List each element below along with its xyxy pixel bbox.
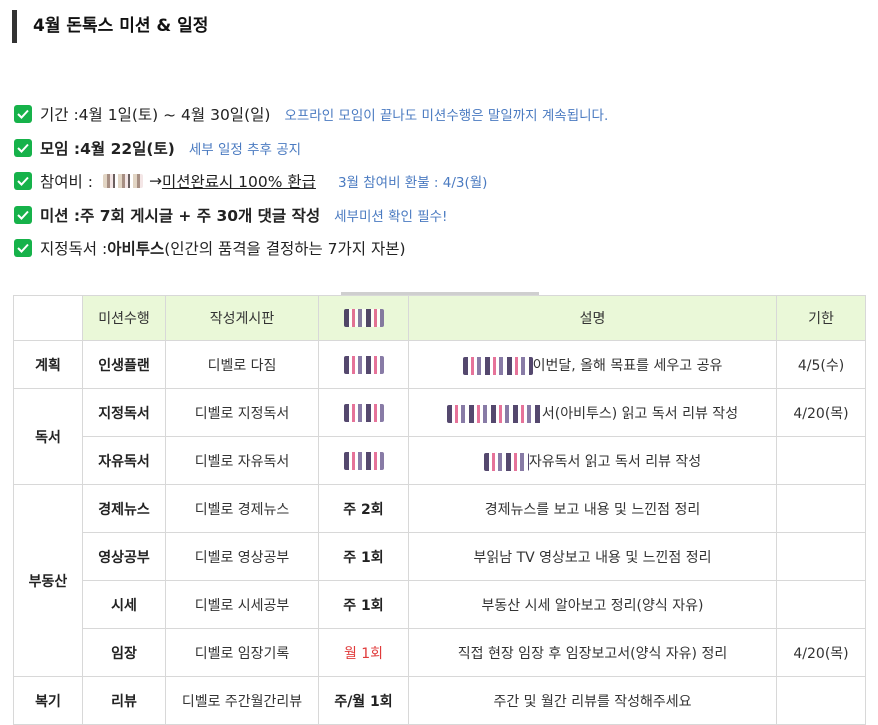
item-cell: 자유독서: [82, 436, 166, 485]
table-row: 자유독서 디벨로 자유독서 자유독서 읽고 독서 리뷰 작성: [14, 436, 866, 485]
book-label: 지정독서 :: [40, 240, 108, 258]
check-icon: [14, 205, 32, 224]
category-cell: 계획: [13, 340, 83, 389]
page-title: 4월 돈톡스 미션 & 일정: [12, 10, 208, 43]
item-cell: 경제뉴스: [82, 484, 166, 533]
fee-label: 참여비 :: [40, 173, 93, 191]
category-cell: 부동산: [13, 484, 83, 677]
desc-cell: 주간 및 월간 리뷰를 작성해주세요: [408, 676, 777, 725]
header-board: 작성게시판: [165, 295, 319, 341]
table-header-row: 미션수행 작성게시판 설명 기한: [13, 295, 866, 341]
due-cell: [776, 436, 866, 485]
bullet-book: 지정독서 : 아비투스 (인간의 품격을 결정하는 7가지 자본): [14, 237, 608, 259]
item-cell: 영상공부: [82, 532, 166, 581]
freq-cell: [318, 388, 409, 437]
desc-text: 서(아비투스) 읽고 독서 리뷰 작성: [541, 405, 739, 422]
item-cell: 인생플랜: [82, 340, 166, 389]
bullet-list: 기간 : 4월 1일(토) ~ 4월 30일(일) 오프라인 모임이 끝나도 미…: [14, 103, 608, 271]
due-cell: 4/20(목): [776, 628, 866, 677]
bullet-mission: 미션 : 주 7회 게시글 + 주 30개 댓글 작성 세부미션 확인 필수!: [14, 204, 608, 226]
desc-text: 자유독서 읽고 독서 리뷰 작성: [528, 453, 702, 470]
due-cell: 4/20(목): [776, 388, 866, 437]
redacted-block: [343, 309, 384, 327]
due-cell: [776, 532, 866, 581]
item-cell: 임장: [82, 628, 166, 677]
freq-cell: [318, 436, 409, 485]
board-cell: 디벨로 주간월간리뷰: [165, 676, 319, 725]
book-subtitle: (인간의 품격을 결정하는 7가지 자본): [164, 240, 406, 258]
desc-cell: 경제뉴스를 보고 내용 및 느낀점 정리: [408, 484, 777, 533]
table-row: 부동산 경제뉴스 디벨로 경제뉴스 주 2회 경제뉴스를 보고 내용 및 느낀점…: [13, 484, 866, 677]
mission-label: 미션 :: [40, 206, 81, 225]
mission-note: 세부미션 확인 필수!: [334, 208, 448, 225]
board-cell: 디벨로 다짐: [165, 340, 319, 389]
item-cell: 지정독서: [82, 388, 166, 437]
bullet-period: 기간 : 4월 1일(토) ~ 4월 30일(일) 오프라인 모임이 끝나도 미…: [14, 103, 608, 125]
freq-cell: [318, 340, 409, 389]
period-note: 오프라인 모임이 끝나도 미션수행은 말일까지 계속됩니다.: [284, 108, 609, 124]
bullet-fee: 참여비 : → 미션완료시 100% 환급 3월 참여비 환불 : 4/3(월): [14, 170, 608, 192]
mission-value: 주 7회 게시글 + 주 30개 댓글 작성: [80, 206, 321, 225]
board-cell: 디벨로 자유독서: [165, 436, 319, 485]
desc-cell: 서(아비투스) 읽고 독서 리뷰 작성: [408, 388, 777, 437]
check-icon: [14, 105, 32, 123]
item-cell: 시세: [82, 580, 166, 629]
header-mission: 미션수행: [82, 295, 166, 341]
redacted-block: [483, 452, 529, 471]
header-desc: 설명: [408, 295, 777, 341]
redacted-amount: [102, 174, 143, 188]
table-row: 시세 디벨로 시세공부 주 1회 부동산 시세 알아보고 정리(양식 자유): [14, 580, 866, 629]
period-label: 기간 :: [40, 106, 79, 124]
board-cell: 디벨로 영상공부: [165, 532, 319, 581]
freq-cell: 주 2회: [318, 484, 409, 533]
table-row: 독서 지정독서 디벨로 지정독서 서(아비투스) 읽고 독서 리뷰 작성 4/2…: [13, 388, 866, 485]
fee-value: 미션완료시 100% 환급: [161, 173, 316, 191]
due-cell: [776, 484, 866, 533]
freq-cell: 월 1회: [318, 628, 409, 677]
due-cell: [776, 676, 866, 725]
desc-cell: 직접 현장 임장 후 임장보고서(양식 자유) 정리: [408, 628, 777, 677]
check-icon: [14, 239, 32, 257]
board-cell: 디벨로 임장기록: [165, 628, 319, 677]
book-title: 아비투스: [107, 240, 165, 258]
item-cell: 리뷰: [82, 676, 166, 725]
table-row: 임장 디벨로 임장기록 월 1회 직접 현장 임장 후 임장보고서(양식 자유)…: [14, 628, 866, 677]
period-value: 4월 1일(토) ~ 4월 30일(일): [78, 106, 271, 124]
check-icon: [14, 138, 32, 157]
desc-cell: 자유독서 읽고 독서 리뷰 작성: [408, 436, 777, 485]
freq-cell: 주/월 1회: [318, 676, 409, 725]
category-cell: 독서: [13, 388, 83, 485]
check-icon: [14, 172, 32, 190]
meeting-note: 세부 일정 추후 공지: [188, 141, 302, 158]
board-cell: 디벨로 시세공부: [165, 580, 319, 629]
redacted-block: [446, 404, 542, 423]
category-cell: 복기: [13, 676, 83, 725]
due-cell: 4/5(수): [776, 340, 866, 389]
table-row: 복기 리뷰 디벨로 주간월간리뷰 주/월 1회 주간 및 월간 리뷰를 작성해주…: [13, 676, 866, 725]
meeting-label: 모임 :: [40, 139, 81, 158]
mission-table: 미션수행 작성게시판 설명 기한 계획 인생플랜 디벨로 다짐 이번달, 올해 …: [13, 295, 866, 725]
desc-cell: 부읽남 TV 영상보고 내용 및 느낀점 정리: [408, 532, 777, 581]
freq-cell: 주 1회: [318, 580, 409, 629]
fee-note: 3월 참여비 환불 : 4/3(월): [337, 175, 488, 191]
freq-cell: 주 1회: [318, 532, 409, 581]
due-cell: [776, 580, 866, 629]
table-row: 영상공부 디벨로 영상공부 주 1회 부읽남 TV 영상보고 내용 및 느낀점 …: [14, 532, 866, 581]
fee-arrow: →: [148, 172, 162, 190]
redacted-block: [343, 451, 384, 470]
redacted-block: [343, 403, 384, 422]
desc-cell: 부동산 시세 알아보고 정리(양식 자유): [408, 580, 777, 629]
redacted-block: [343, 355, 384, 374]
board-cell: 디벨로 경제뉴스: [165, 484, 319, 533]
header-redacted: [318, 295, 409, 341]
bullet-meeting: 모임 : 4월 22일(토) 세부 일정 추후 공지: [14, 137, 608, 159]
meeting-value: 4월 22일(토): [80, 139, 175, 158]
header-due: 기한: [776, 295, 866, 341]
table-row: 계획 인생플랜 디벨로 다짐 이번달, 올해 목표를 세우고 공유 4/5(수): [13, 340, 866, 389]
redacted-block: [462, 356, 533, 375]
header-blank: [13, 295, 83, 341]
desc-cell: 이번달, 올해 목표를 세우고 공유: [408, 340, 777, 389]
desc-text: 이번달, 올해 목표를 세우고 공유: [532, 357, 723, 374]
board-cell: 디벨로 지정독서: [165, 388, 319, 437]
